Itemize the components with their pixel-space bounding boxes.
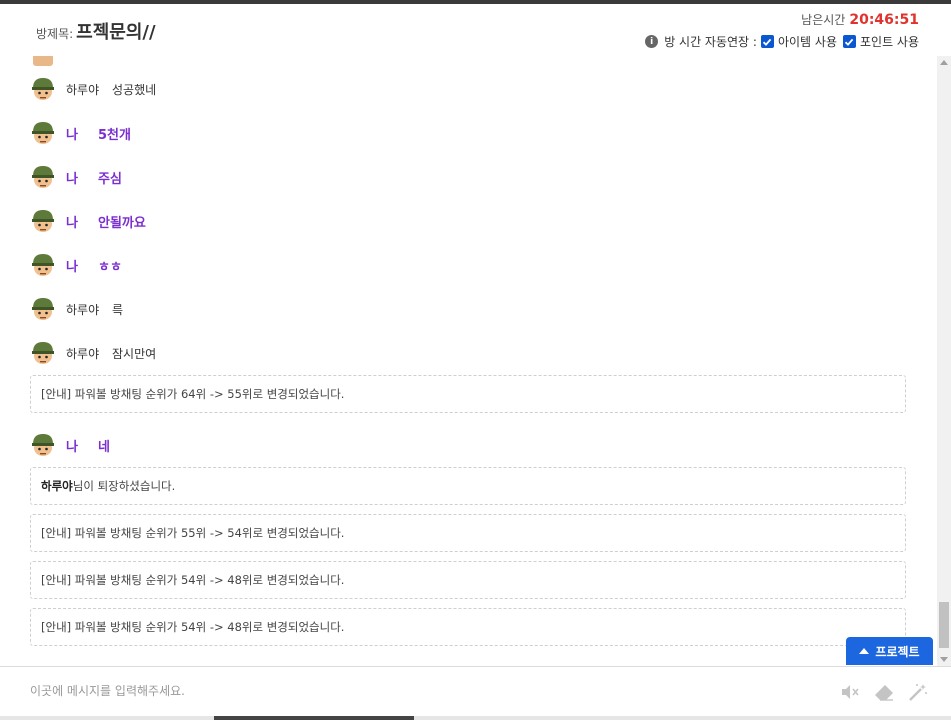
scrollbar-thumb[interactable]	[939, 602, 949, 648]
message-nick: 하루야	[66, 346, 100, 361]
message-nick: 나	[66, 215, 78, 231]
system-notice: [안내] 파워볼 방채팅 순위가 54위 -> 48위로 변경되었습니다.	[30, 608, 906, 646]
message-text: 잠시만여	[112, 346, 157, 361]
chat-message-mine: 나 안될까요	[30, 208, 146, 234]
scroll-up-arrow-icon[interactable]	[940, 60, 948, 65]
chat-message-mine: 나 5천개	[30, 120, 131, 146]
message-text: 륵	[112, 302, 124, 317]
chat-message-mine: 나 ㅎㅎ	[30, 252, 122, 278]
project-button-label: 프로젝트	[875, 644, 920, 659]
bottom-strip-dark	[214, 716, 414, 720]
notice-text: [안내] 파워볼 방채팅 순위가 55위 -> 54위로 변경되었습니다.	[41, 526, 345, 540]
chat-header: 방제목: 프젝문의// 남은시간 20:46:51 i 방 시간 자동연장 : …	[0, 4, 951, 56]
chat-message: 하루야 성공했네	[30, 76, 156, 102]
avatar-soldier-icon	[33, 56, 53, 66]
info-icon[interactable]: i	[645, 35, 659, 48]
message-nick: 나	[66, 171, 78, 187]
message-nick: 나	[66, 259, 78, 275]
avatar-soldier-icon	[32, 342, 54, 364]
remaining-time: 남은시간 20:46:51	[801, 11, 919, 28]
chat-message: 하루야 륵	[30, 296, 123, 322]
message-input[interactable]	[30, 679, 810, 703]
avatar-soldier-icon	[32, 210, 54, 232]
avatar-soldier-icon	[32, 166, 54, 188]
avatar-soldier-icon	[32, 298, 54, 320]
notice-text: [안내] 파워볼 방채팅 순위가 64위 -> 55위로 변경되었습니다.	[41, 387, 345, 401]
message-nick: 하루야	[66, 302, 100, 317]
eraser-icon[interactable]	[874, 683, 894, 701]
message-text: ㅎㅎ	[98, 259, 122, 275]
chat-log[interactable]: 하루야 성공했네 나 5천개 나 주심 나 안될까요 나 ㅎㅎ 하루야 륵 하루…	[0, 56, 937, 666]
bottom-strip	[0, 716, 951, 720]
avatar-soldier-icon	[32, 254, 54, 276]
mute-icon[interactable]	[840, 683, 860, 701]
chat-message: 하루야 잠시만여	[30, 340, 156, 366]
checkmark-icon	[845, 38, 854, 46]
chat-message-mine: 나 주심	[30, 164, 122, 190]
message-text: 주심	[98, 171, 122, 187]
message-input-bar	[0, 666, 951, 716]
remaining-time-value: 20:46:51	[849, 12, 919, 28]
avatar-soldier-icon	[32, 78, 54, 100]
avatar-soldier-icon	[32, 434, 54, 456]
message-nick: 나	[66, 127, 78, 143]
chat-scrollbar[interactable]	[937, 56, 951, 666]
system-notice: 하루야 님이 퇴장하셨습니다.	[30, 467, 906, 505]
system-notice: [안내] 파워볼 방채팅 순위가 64위 -> 55위로 변경되었습니다.	[30, 375, 906, 413]
notice-text: [안내] 파워볼 방채팅 순위가 54위 -> 48위로 변경되었습니다.	[41, 573, 345, 587]
message-text: 네	[98, 439, 110, 455]
point-use-checkbox[interactable]	[842, 35, 856, 48]
message-text: 성공했네	[112, 82, 157, 97]
chat-message-mine: 나 네	[30, 432, 110, 458]
notice-user: 하루야	[41, 479, 73, 493]
avatar-soldier-icon	[32, 122, 54, 144]
remaining-time-label: 남은시간	[801, 13, 846, 27]
system-notice: [안내] 파워볼 방채팅 순위가 55위 -> 54위로 변경되었습니다.	[30, 514, 906, 552]
item-use-label: 아이템 사용	[777, 35, 837, 49]
item-use-checkbox[interactable]	[760, 35, 774, 48]
room-title-label: 방제목:	[36, 27, 74, 41]
caret-up-icon	[859, 648, 870, 654]
room-title: 프젝문의//	[76, 22, 156, 43]
auto-extend-label: 방 시간 자동연장 :	[664, 35, 757, 49]
message-text: 안될까요	[98, 215, 146, 231]
magic-wand-icon[interactable]	[908, 683, 928, 701]
point-use-label: 포인트 사용	[859, 35, 919, 49]
message-text: 5천개	[98, 127, 131, 143]
room-title-area: 방제목: 프젝문의//	[36, 18, 156, 44]
message-nick: 나	[66, 439, 78, 455]
notice-text: [안내] 파워볼 방채팅 순위가 54위 -> 48위로 변경되었습니다.	[41, 620, 345, 634]
message-nick: 하루야	[66, 82, 100, 97]
room-options: i 방 시간 자동연장 : 아이템 사용 포인트 사용	[645, 33, 919, 50]
project-button[interactable]: 프로젝트	[846, 637, 933, 665]
scroll-down-arrow-icon[interactable]	[940, 657, 948, 662]
system-notice: [안내] 파워볼 방채팅 순위가 54위 -> 48위로 변경되었습니다.	[30, 561, 906, 599]
checkmark-icon	[763, 38, 772, 46]
notice-text: 님이 퇴장하셨습니다.	[72, 479, 176, 493]
